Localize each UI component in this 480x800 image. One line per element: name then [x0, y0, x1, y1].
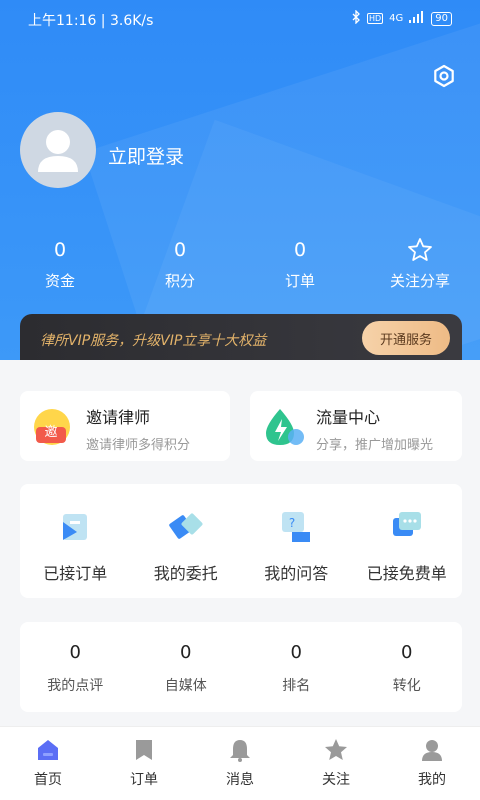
- invite-lawyer-card[interactable]: 邀 邀请律师 邀请律师多得积分: [20, 391, 230, 461]
- service-label: 已接免费单: [366, 564, 447, 583]
- battery-level: 90: [431, 11, 452, 26]
- bottom-tab-bar: 首页 订单 消息 关注 我的: [0, 726, 480, 800]
- stat-value: 0: [173, 239, 187, 261]
- login-link[interactable]: 立即登录: [108, 142, 184, 169]
- tab-orders[interactable]: 订单: [96, 727, 192, 800]
- service-my-commissions[interactable]: 我的委托: [131, 484, 242, 598]
- handshake-icon: [168, 508, 204, 544]
- metric-value: 0: [290, 642, 302, 663]
- service-received-orders[interactable]: 已接订单: [20, 484, 131, 598]
- status-time: 上午11:16 | 3.6K/s: [28, 13, 154, 29]
- tab-home[interactable]: 首页: [0, 727, 96, 800]
- card-title: 邀请律师: [86, 408, 151, 427]
- vip-text: 律所VIP服务，升级VIP立享十大权益: [40, 333, 267, 349]
- service-label: 我的问答: [264, 564, 329, 583]
- service-free-orders[interactable]: 已接免费单: [352, 484, 463, 598]
- traffic-center-card[interactable]: 流量中心 分享，推广增加曝光: [250, 391, 462, 461]
- metric-my-reviews[interactable]: 0 我的点评: [20, 622, 131, 712]
- metric-value: 0: [69, 642, 81, 663]
- open-service-button[interactable]: 开通服务: [362, 321, 450, 355]
- metric-value: 0: [401, 642, 413, 663]
- service-label: 我的委托: [153, 564, 218, 583]
- profile-header: 上午11:16 | 3.6K/s HD 4G 90 立即登录 0 资金 0 积分…: [0, 0, 480, 360]
- chat-icon: [389, 508, 425, 544]
- lightning-drop-icon: [262, 405, 306, 449]
- order-icon: [131, 737, 157, 763]
- hd-icon: HD: [366, 13, 384, 24]
- metric-label: 转化: [392, 678, 421, 694]
- invite-badge-text: 邀: [44, 425, 57, 440]
- metrics-grid: 0 我的点评 0 自媒体 0 排名 0 转化: [20, 622, 462, 712]
- signal-icon: [409, 11, 425, 26]
- stat-value: 0: [293, 239, 307, 261]
- tab-label: 我的: [418, 772, 446, 788]
- bluetooth-icon: [351, 9, 361, 27]
- tab-label: 首页: [34, 772, 62, 788]
- bell-icon: [227, 737, 253, 763]
- avatar[interactable]: [20, 112, 96, 188]
- stat-follow-share[interactable]: 关注分享: [360, 236, 480, 291]
- tab-follow[interactable]: 关注: [288, 727, 384, 800]
- service-label: 已接订单: [43, 564, 108, 583]
- stat-orders[interactable]: 0 订单: [240, 236, 360, 291]
- card-subtitle: 分享，推广增加曝光: [316, 438, 434, 453]
- metric-label: 自媒体: [164, 678, 207, 694]
- stat-label: 订单: [284, 272, 315, 290]
- home-icon: [35, 737, 61, 763]
- tab-label: 订单: [130, 772, 158, 788]
- invite-icon: 邀: [32, 405, 76, 449]
- metric-label: 排名: [282, 678, 311, 694]
- stat-label: 关注分享: [389, 272, 450, 290]
- settings-gear-icon[interactable]: [432, 64, 456, 88]
- metric-conversion[interactable]: 0 转化: [352, 622, 463, 712]
- received-order-icon: [57, 508, 93, 544]
- status-bar: 上午11:16 | 3.6K/s HD 4G 90: [0, 0, 480, 36]
- card-subtitle: 邀请律师多得积分: [86, 438, 191, 453]
- vip-banner[interactable]: 律所VIP服务，升级VIP立享十大权益 开通服务: [20, 314, 462, 360]
- qa-icon: ?: [278, 508, 314, 544]
- metric-value: 0: [180, 642, 192, 663]
- stat-value: 0: [53, 239, 67, 261]
- stats-row: 0 资金 0 积分 0 订单 关注分享: [0, 236, 480, 291]
- services-grid: 已接订单 我的委托 ? 我的问答 已接免费单: [20, 484, 462, 598]
- stat-funds[interactable]: 0 资金: [0, 236, 120, 291]
- tab-mine[interactable]: 我的: [384, 727, 480, 800]
- card-title: 流量中心: [316, 408, 381, 427]
- svg-text:?: ?: [289, 516, 295, 530]
- metric-ranking[interactable]: 0 排名: [241, 622, 352, 712]
- tab-label: 关注: [322, 772, 350, 788]
- metric-label: 我的点评: [47, 678, 104, 694]
- tab-label: 消息: [226, 772, 254, 788]
- service-my-qa[interactable]: ? 我的问答: [241, 484, 352, 598]
- metric-self-media[interactable]: 0 自媒体: [131, 622, 242, 712]
- signal-label: 4G: [389, 13, 404, 24]
- stat-points[interactable]: 0 积分: [120, 236, 240, 291]
- stat-label: 资金: [44, 272, 75, 290]
- tab-messages[interactable]: 消息: [192, 727, 288, 800]
- user-icon: [419, 737, 445, 763]
- star-icon: [360, 236, 480, 264]
- star-icon: [323, 737, 349, 763]
- status-icons: HD 4G 90: [351, 9, 452, 27]
- stat-label: 积分: [164, 272, 195, 290]
